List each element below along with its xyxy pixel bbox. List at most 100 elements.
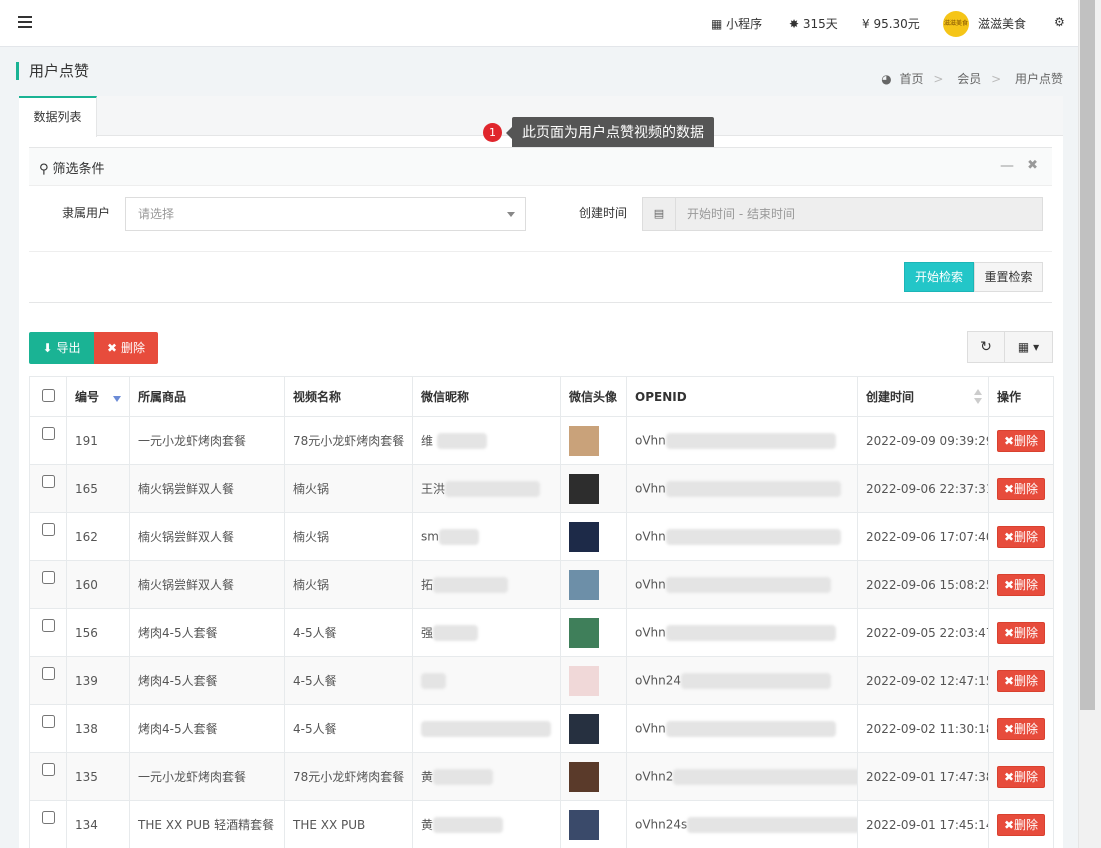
row-delete-button[interactable]: ✖删除 xyxy=(997,813,1045,836)
select-all-checkbox[interactable] xyxy=(41,388,55,402)
refresh-icon[interactable]: ↻ xyxy=(967,331,1005,363)
row-created: 2022-09-01 17:45:14 xyxy=(866,817,989,832)
row-nickname: 黄 xyxy=(421,769,434,784)
row-created: 2022-09-06 15:08:25 xyxy=(866,577,989,592)
redacted-blur xyxy=(665,432,836,449)
cell-nickname: 黄 xyxy=(412,752,561,801)
row-delete-button[interactable]: ✖删除 xyxy=(997,765,1045,788)
tip-badge[interactable]: 1 xyxy=(483,123,502,142)
breadcrumb-member[interactable]: 会员 xyxy=(957,72,981,86)
collapse-icon[interactable]: — xyxy=(1000,158,1014,174)
divider xyxy=(29,302,1052,303)
table-row[interactable]: 160 楠火锅尝鲜双人餐 楠火锅 拓 oVhn 2022-09-06 15:08:25 ✖删… xyxy=(29,560,1054,609)
close-icon: ✖ xyxy=(1003,817,1015,832)
remaining-days[interactable]: ✸ 315天 xyxy=(789,15,838,32)
table-row[interactable]: 138 烤肉4-5人套餐 4-5人餐 oVhn 2022-09-02 11:30:18 ✖… xyxy=(29,704,1054,753)
account-balance[interactable]: ¥ 95.30元 xyxy=(862,15,920,32)
cell-action: ✖删除 xyxy=(988,560,1054,609)
table-row[interactable]: 156 烤肉4-5人套餐 4-5人餐 强 oVhn 2022-09-05 22:03:47… xyxy=(29,608,1054,657)
cell-video: 4-5人餐 xyxy=(284,656,413,705)
row-video: 4-5人餐 xyxy=(293,626,337,640)
tab-data-list[interactable]: 数据列表 xyxy=(19,96,97,137)
row-video: THE XX PUB xyxy=(293,817,366,832)
row-openid: oVhn xyxy=(635,481,666,495)
filter-box: ⚲ 筛选条件 — ✖ 隶属用户 请选择 创建时间 ▤ 开始时间 - 结束时间 开始… xyxy=(29,147,1052,303)
row-checkbox[interactable] xyxy=(41,619,55,632)
sort-icon xyxy=(974,389,982,405)
table-row[interactable]: 134 THE XX PUB 轻酒精套餐 THE XX PUB 黄 oVhn24s 202… xyxy=(29,800,1054,848)
redacted-blur xyxy=(687,816,857,833)
download-icon: ⬇ xyxy=(42,341,53,355)
table-row[interactable]: 135 一元小龙虾烤肉套餐 78元小龙虾烤肉套餐 黄 oVhn2 2022-09-01 1… xyxy=(29,752,1054,801)
avatar xyxy=(569,665,599,696)
row-delete-button[interactable]: ✖删除 xyxy=(997,477,1045,500)
cell-avatar xyxy=(560,416,627,465)
row-checkbox[interactable] xyxy=(41,715,55,728)
select-all-cell xyxy=(29,376,67,417)
menu-toggle-icon[interactable] xyxy=(18,16,32,28)
row-checkbox[interactable] xyxy=(41,523,55,536)
redacted-blur xyxy=(665,480,841,497)
row-delete-button[interactable]: ✖删除 xyxy=(997,669,1045,692)
row-delete-button[interactable]: ✖删除 xyxy=(997,525,1045,548)
row-openid: oVhn xyxy=(635,529,666,543)
reset-button[interactable]: 重置检索 xyxy=(974,262,1043,292)
breadcrumb-separator: > xyxy=(991,72,1002,86)
row-checkbox[interactable] xyxy=(41,571,55,584)
row-openid: oVhn xyxy=(635,577,666,591)
table-row[interactable]: 165 楠火锅尝鲜双人餐 楠火锅 王洪 oVhn 2022-09-06 22:37:31 ✖… xyxy=(29,464,1054,513)
row-checkbox[interactable] xyxy=(41,811,55,824)
mini-program-link[interactable]: ▦ 小程序 xyxy=(711,15,762,32)
gear-icon[interactable]: ⚙ xyxy=(1054,15,1065,29)
row-id: 191 xyxy=(75,433,98,448)
delete-button[interactable]: ✖ 删除 xyxy=(94,332,158,364)
date-range-placeholder: 开始时间 - 结束时间 xyxy=(687,207,795,221)
dashboard-icon: ◕ xyxy=(881,72,892,86)
breadcrumb-separator: > xyxy=(933,72,944,86)
cell-action: ✖删除 xyxy=(988,416,1054,465)
column-id-label: 编号 xyxy=(75,390,100,404)
cell-action: ✖删除 xyxy=(988,512,1054,561)
avatar xyxy=(569,617,599,648)
redacted-blur xyxy=(681,672,832,689)
cell-nickname: 维 xyxy=(412,416,561,465)
row-delete-button[interactable]: ✖删除 xyxy=(997,429,1045,452)
cell-video: THE XX PUB xyxy=(284,800,413,848)
user-name[interactable]: 滋滋美食 xyxy=(978,15,1026,32)
row-checkbox-cell xyxy=(29,656,67,705)
row-delete-button[interactable]: ✖删除 xyxy=(997,573,1045,596)
redacted-blur xyxy=(665,528,841,545)
date-range-input[interactable]: ▤ 开始时间 - 结束时间 xyxy=(642,197,1043,231)
row-delete-button[interactable]: ✖删除 xyxy=(997,717,1045,740)
filter-title-label: 筛选条件 xyxy=(52,162,105,177)
cell-id: 156 xyxy=(66,608,130,657)
breadcrumb-home[interactable]: 首页 xyxy=(900,72,924,86)
cell-nickname xyxy=(412,704,561,753)
column-created[interactable]: 创建时间 xyxy=(857,376,989,417)
avatar xyxy=(569,425,599,456)
row-checkbox-cell xyxy=(29,416,67,465)
column-id[interactable]: 编号 xyxy=(66,376,130,417)
row-checkbox[interactable] xyxy=(41,427,55,440)
close-icon[interactable]: ✖ xyxy=(1027,158,1038,173)
columns-toggle-button[interactable]: ▦ ▾ xyxy=(1004,331,1053,363)
row-checkbox[interactable] xyxy=(41,667,55,680)
row-video: 78元小龙虾烤肉套餐 xyxy=(293,434,405,448)
user-select[interactable]: 请选择 xyxy=(125,197,526,231)
row-delete-button[interactable]: ✖删除 xyxy=(997,621,1045,644)
redacted-blur xyxy=(433,817,504,834)
row-openid: oVhn xyxy=(635,433,666,447)
row-checkbox[interactable] xyxy=(41,475,55,488)
row-checkbox[interactable] xyxy=(41,763,55,776)
table-row[interactable]: 139 烤肉4-5人套餐 4-5人餐 oVhn24 2022-09-02 12:47:1… xyxy=(29,656,1054,705)
search-button[interactable]: 开始检索 xyxy=(904,262,974,292)
divider xyxy=(29,251,1052,252)
time-label: 创建时间 xyxy=(579,206,628,220)
search-icon: ⚲ xyxy=(39,162,49,177)
row-nickname: 王洪 xyxy=(421,481,446,496)
export-button[interactable]: ⬇ 导出 xyxy=(29,332,94,364)
scrollbar-thumb[interactable] xyxy=(1080,0,1095,710)
table-row[interactable]: 191 一元小龙虾烤肉套餐 78元小龙虾烤肉套餐 维 oVhn 2022-09-09 0… xyxy=(29,416,1054,465)
table-row[interactable]: 162 楠火锅尝鲜双人餐 楠火锅 sm oVhn 2022-09-06 17:07:40 ✖… xyxy=(29,512,1054,561)
avatar[interactable]: 滋滋美食 xyxy=(943,11,969,37)
